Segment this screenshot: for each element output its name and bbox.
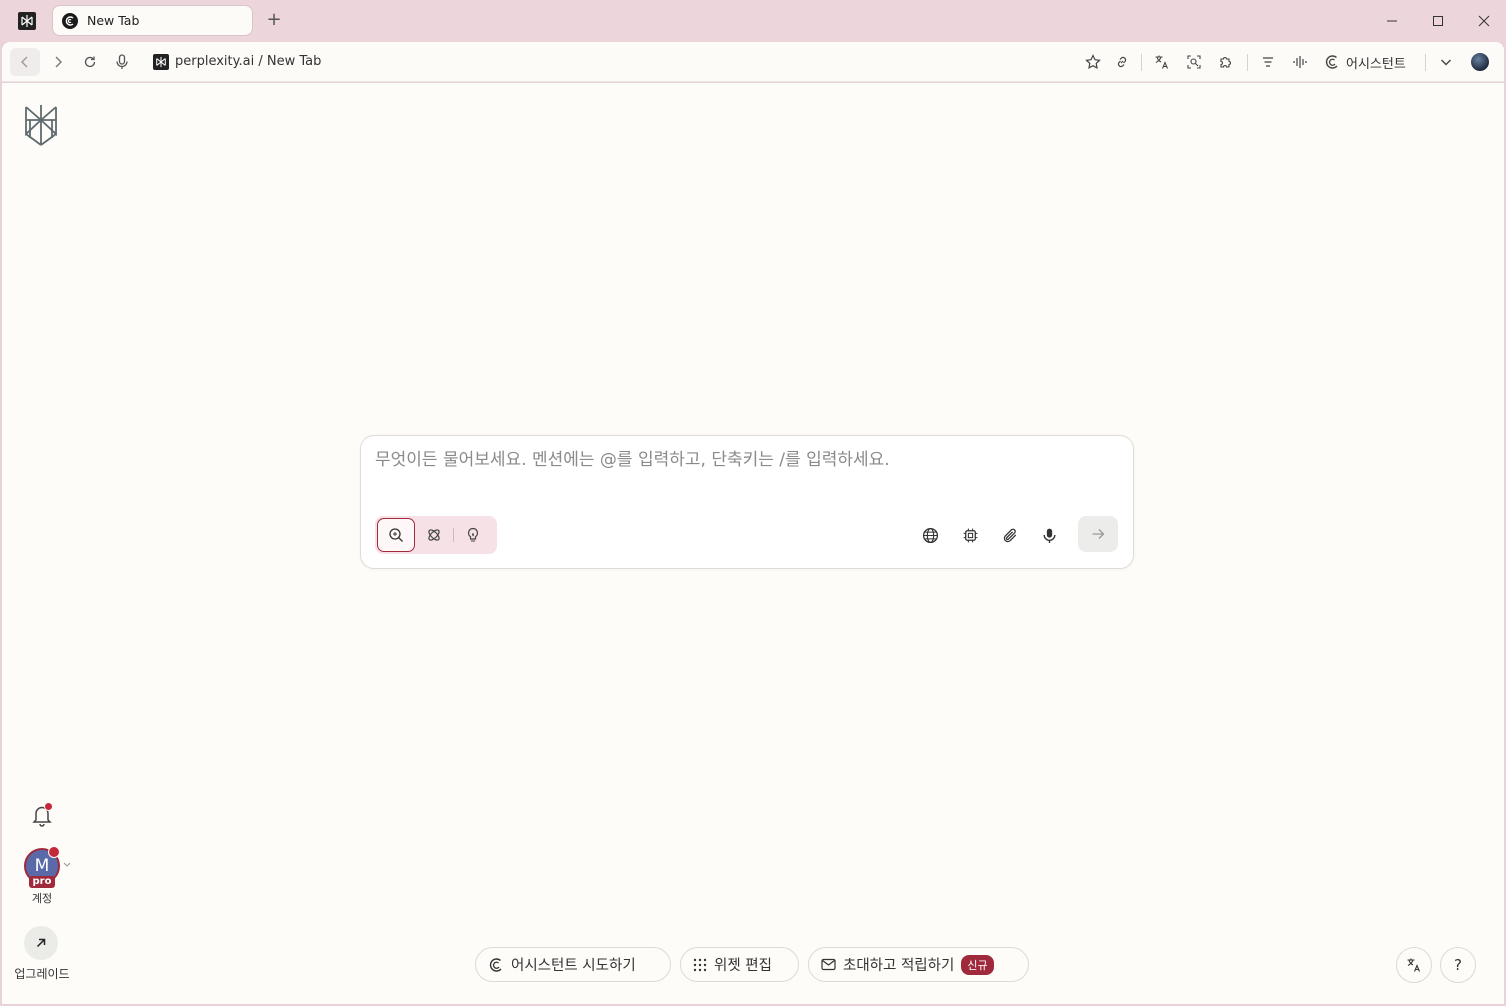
edit-widgets-button[interactable]: 위젯 편집: [680, 947, 799, 982]
profile-avatar[interactable]: [1471, 53, 1489, 71]
upgrade-button[interactable]: [24, 926, 58, 960]
assistant-label: 어시스턴트: [1346, 56, 1406, 72]
globe-sources-icon[interactable]: [918, 523, 942, 547]
search-mode-button[interactable]: [377, 518, 415, 552]
comet-favicon-icon: [62, 12, 78, 29]
arrow-up-right-icon: [36, 938, 46, 948]
forward-button[interactable]: [47, 51, 69, 73]
translate-icon: [1407, 958, 1421, 972]
grid-dots-icon: [693, 958, 707, 971]
voice-waveform-icon[interactable]: [1289, 51, 1311, 73]
invite-earn-button[interactable]: 초대하고 적립하기 신규: [808, 947, 1029, 982]
translate-icon[interactable]: [1151, 51, 1173, 73]
new-tab-page: M pro 계정 업그레이드 어시스턴트 시도하기 위젯 편집 초대하고 적립하…: [2, 83, 1504, 1004]
mail-icon: [821, 958, 836, 971]
invite-earn-label: 초대하고 적립하기: [843, 958, 955, 974]
url-domain: perplexity.ai: [175, 54, 255, 69]
labs-mode-button[interactable]: [454, 518, 492, 552]
assistant-button[interactable]: 어시스턴트: [1324, 51, 1406, 73]
perplexity-logo-icon[interactable]: [22, 103, 60, 147]
search-input[interactable]: [375, 448, 1115, 472]
browser-toolbar: perplexity.ai / New Tab 어시스턴트: [2, 42, 1504, 82]
search-mode-selector: [375, 516, 497, 554]
new-tab-button[interactable]: +: [264, 9, 284, 31]
perplexity-favicon-icon: [153, 54, 169, 70]
title-bar: New Tab +: [0, 0, 1506, 42]
minimize-button[interactable]: [1380, 9, 1404, 33]
research-mode-button[interactable]: [415, 518, 453, 552]
assistant-comet-icon: [1325, 55, 1338, 69]
toolbar-divider: [1247, 54, 1248, 71]
reload-button[interactable]: [79, 51, 101, 73]
lightbulb-icon: [467, 527, 479, 542]
url-page: New Tab: [266, 54, 322, 69]
language-button[interactable]: [1396, 947, 1432, 983]
reading-list-icon[interactable]: [1257, 51, 1279, 73]
chevron-down-icon[interactable]: [1435, 51, 1457, 73]
new-badge: 신규: [961, 954, 994, 975]
search-box: [360, 435, 1134, 569]
toolbar-divider: [1425, 54, 1426, 71]
dictation-microphone-icon[interactable]: [1037, 523, 1061, 547]
help-button[interactable]: ?: [1440, 947, 1476, 983]
bookmark-star-icon[interactable]: [1082, 51, 1104, 73]
upgrade-label[interactable]: 업그레이드: [6, 965, 78, 982]
search-icon: [389, 528, 403, 542]
back-button[interactable]: [10, 48, 40, 76]
edit-widgets-label: 위젯 편집: [714, 958, 772, 974]
copy-link-icon[interactable]: [1111, 51, 1133, 73]
tab-new-tab[interactable]: New Tab: [52, 5, 253, 36]
perplexity-app-icon[interactable]: [18, 12, 36, 30]
assistant-comet-icon: [489, 957, 502, 972]
microphone-icon[interactable]: [111, 51, 133, 73]
arrow-right-icon: [1092, 529, 1105, 539]
account-chevron-down-icon[interactable]: [62, 860, 72, 870]
url-separator: /: [254, 54, 267, 69]
pro-badge: pro: [29, 876, 55, 888]
page-search-icon[interactable]: [1183, 51, 1205, 73]
submit-button[interactable]: [1078, 516, 1118, 552]
address-bar[interactable]: perplexity.ai / New Tab: [175, 54, 321, 69]
model-chip-icon[interactable]: [958, 523, 982, 547]
account-notification-dot: [48, 846, 60, 858]
try-assistant-label: 어시스턴트 시도하기: [511, 958, 636, 974]
research-atom-icon: [428, 529, 440, 541]
tab-title: New Tab: [87, 13, 140, 28]
account-label[interactable]: 계정: [22, 890, 62, 906]
notification-dot: [44, 802, 53, 811]
attach-paperclip-icon[interactable]: [998, 523, 1022, 547]
maximize-button[interactable]: [1426, 9, 1450, 33]
extensions-puzzle-icon[interactable]: [1215, 51, 1237, 73]
try-assistant-button[interactable]: 어시스턴트 시도하기: [475, 947, 671, 982]
close-window-button[interactable]: [1472, 9, 1496, 33]
toolbar-divider: [1141, 54, 1142, 71]
